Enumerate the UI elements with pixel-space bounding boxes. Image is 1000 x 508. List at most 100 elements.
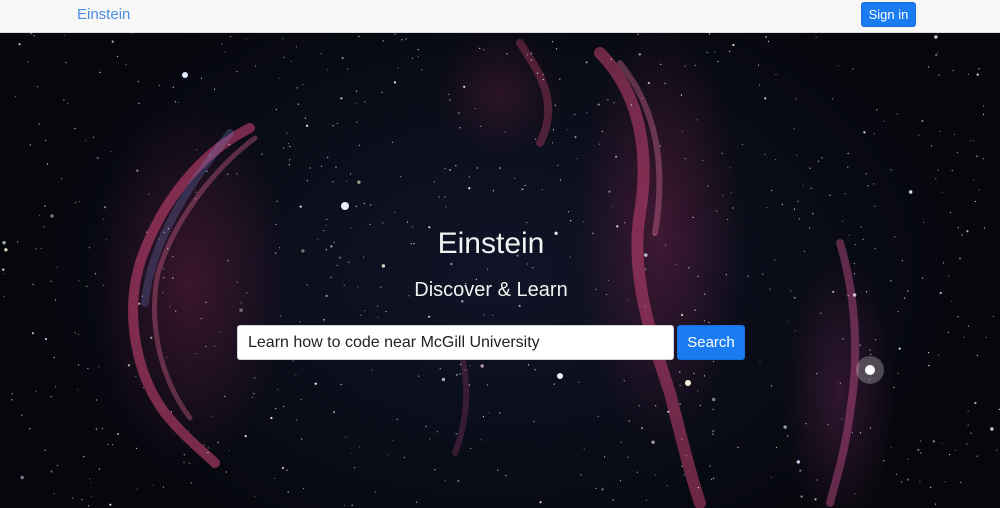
star: [764, 154, 766, 156]
star: [681, 130, 683, 132]
hero-banner: Einstein Discover & Learn Search: [0, 33, 1000, 508]
star: [775, 446, 778, 449]
star: [83, 456, 85, 458]
star: [363, 310, 366, 312]
star: [966, 443, 968, 445]
bright-star: [182, 72, 188, 78]
star: [30, 33, 33, 35]
star: [29, 428, 31, 430]
star: [33, 35, 35, 37]
star: [439, 368, 441, 370]
star: [747, 275, 749, 277]
star: [647, 81, 650, 85]
star: [44, 205, 46, 207]
star: [612, 205, 614, 207]
star: [254, 377, 256, 379]
star: [195, 148, 198, 151]
star: [74, 332, 76, 334]
star: [382, 40, 384, 42]
star: [993, 315, 995, 318]
star: [722, 194, 724, 197]
star: [416, 501, 418, 503]
star: [982, 158, 984, 160]
star: [286, 132, 288, 134]
star: [162, 486, 164, 488]
star: [956, 151, 959, 154]
star: [417, 56, 419, 58]
star: [897, 311, 899, 313]
star: [766, 207, 768, 209]
star: [533, 421, 535, 423]
star: [244, 435, 247, 438]
star: [56, 464, 58, 467]
star: [655, 405, 657, 407]
star: [737, 446, 739, 448]
sign-in-button[interactable]: Sign in: [861, 2, 916, 27]
star: [63, 99, 65, 101]
star: [38, 123, 40, 125]
star: [448, 93, 450, 95]
star: [559, 78, 561, 80]
star: [601, 488, 604, 491]
star: [136, 488, 138, 490]
star: [597, 103, 600, 106]
star: [521, 188, 524, 191]
hero-title: Einstein: [437, 227, 545, 260]
star: [870, 353, 872, 355]
star: [597, 415, 599, 417]
star: [976, 354, 978, 357]
star: [363, 202, 365, 205]
star: [296, 87, 298, 89]
star: [551, 41, 554, 43]
brand-link[interactable]: Einstein: [77, 6, 130, 24]
star: [468, 384, 470, 386]
star: [708, 321, 710, 324]
star: [699, 404, 702, 406]
star: [418, 375, 420, 377]
star: [542, 78, 544, 81]
search-button[interactable]: Search: [677, 325, 745, 360]
star: [377, 316, 379, 318]
search-input[interactable]: [237, 325, 674, 360]
star: [213, 88, 216, 90]
star: [200, 318, 202, 320]
star: [95, 273, 97, 275]
star: [679, 371, 681, 373]
star: [332, 125, 334, 127]
star: [88, 505, 90, 507]
star: [967, 410, 969, 412]
star: [842, 220, 844, 222]
star: [897, 372, 899, 374]
star: [239, 308, 243, 312]
star: [583, 448, 585, 450]
star: [937, 33, 939, 34]
star: [560, 179, 562, 181]
star: [377, 305, 379, 307]
star: [289, 159, 291, 161]
star: [725, 274, 728, 276]
star: [470, 447, 472, 449]
star: [117, 432, 120, 436]
star: [842, 338, 844, 340]
star: [972, 140, 974, 142]
star: [781, 203, 784, 206]
star: [976, 73, 979, 76]
star: [217, 441, 219, 443]
star: [623, 380, 625, 382]
star: [967, 73, 970, 75]
star: [110, 151, 112, 153]
star: [854, 493, 856, 495]
star: [433, 181, 435, 183]
star: [360, 314, 362, 316]
star: [936, 52, 939, 54]
star: [795, 98, 797, 100]
star: [714, 51, 716, 53]
star: [810, 187, 812, 189]
star: [697, 275, 699, 277]
star: [347, 68, 349, 70]
star: [300, 398, 302, 401]
star: [930, 145, 933, 147]
star: [907, 478, 910, 481]
star: [289, 146, 291, 148]
star: [174, 101, 176, 103]
